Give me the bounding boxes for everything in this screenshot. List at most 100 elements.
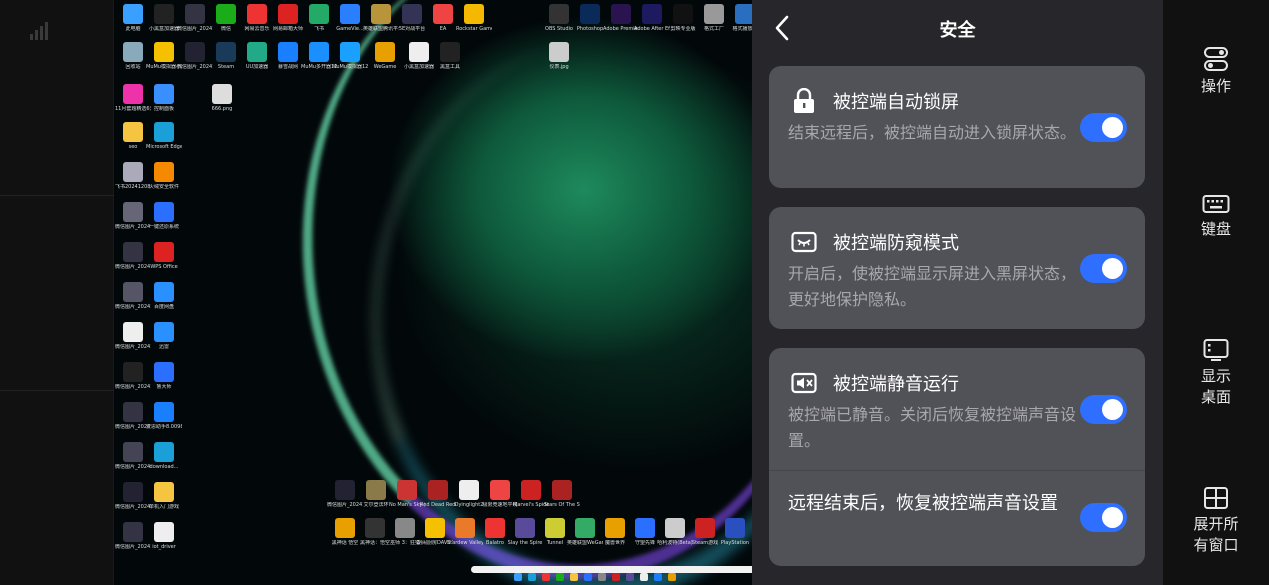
app-glyph-icon — [635, 518, 655, 538]
desktop-shortcut-icon[interactable]: MuMu模拟器12 — [332, 42, 368, 70]
desktop-shortcut-icon[interactable]: Photoshop — [573, 4, 607, 32]
app-glyph-icon — [154, 282, 174, 302]
desktop-shortcut-icon[interactable]: 艾尔登法环 — [359, 480, 393, 508]
app-glyph-icon — [123, 42, 143, 62]
desktop-shortcut-icon[interactable]: 微信图片_2024120... — [115, 402, 151, 430]
desktop-shortcut-icon[interactable]: 火绒安全软件 — [147, 162, 181, 190]
lock-icon — [791, 88, 817, 114]
home-indicator-bar[interactable] — [471, 566, 798, 573]
mute-header: 被控端静音运行 — [791, 370, 959, 396]
desktop-shortcut-icon[interactable]: 此电脑 — [116, 4, 150, 32]
desktop-shortcut-icon[interactable]: 微信图片_2024120... — [177, 42, 213, 70]
desktop-shortcut-icon[interactable]: 飞书20241208... — [115, 162, 151, 190]
app-glyph-icon — [123, 4, 143, 24]
desktop-shortcut-icon[interactable]: 微信图片_2024120... — [115, 242, 151, 270]
app-glyph-icon — [611, 4, 631, 24]
privacy-mode-toggle[interactable] — [1080, 254, 1127, 283]
app-glyph-icon — [154, 482, 174, 502]
app-glyph-icon — [695, 518, 715, 538]
desktop-shortcut-icon[interactable]: OBS Studio — [542, 4, 576, 32]
desktop-shortcut-icon[interactable]: 5E对战平台 — [395, 4, 429, 32]
desktop-shortcut-icon[interactable]: 微信图片_2024120... — [327, 480, 363, 508]
desktop-shortcut-icon[interactable]: 微信图片_2024120... — [115, 202, 151, 230]
app-glyph-icon — [428, 480, 448, 500]
desktop-shortcut-icon[interactable]: 剪映专业版 — [666, 4, 700, 32]
app-glyph-icon — [216, 4, 236, 24]
desktop-shortcut-icon[interactable]: 黑盒工具 — [433, 42, 467, 70]
desktop-shortcut-label: 黑盒工具 — [439, 64, 460, 70]
desktop-shortcut-icon[interactable]: MuMu模拟器小黑盒 — [146, 42, 182, 70]
desktop-shortcut-icon[interactable]: Adobe Premie... — [603, 4, 639, 32]
desktop-shortcut-icon[interactable]: seo — [116, 122, 150, 150]
show-desktop-button[interactable]: 显示桌面 — [1163, 338, 1269, 408]
desktop-shortcut-icon[interactable]: 微信图片_2024121... — [115, 282, 151, 310]
desktop-shortcut-icon[interactable]: 迅雷 — [147, 322, 181, 350]
app-glyph-icon — [123, 482, 143, 502]
desktop-shortcut-icon[interactable]: 小黑盒加速器 — [402, 42, 436, 70]
desktop-shortcut-icon[interactable]: 一键还原系统 — [147, 202, 181, 230]
desktop-shortcut-icon[interactable]: Red Dead Redempt... — [420, 480, 456, 508]
desktop-shortcut-icon[interactable]: 仪表.jpg — [542, 42, 576, 70]
desktop-shortcut-label: iot_driver — [152, 544, 176, 550]
desktop-shortcut-icon[interactable]: download... — [147, 442, 181, 470]
desktop-shortcut-icon[interactable]: Steam — [209, 42, 243, 70]
desktop-shortcut-label: 控制面板 — [153, 106, 174, 112]
operate-button[interactable]: 操作 — [1163, 46, 1269, 97]
desktop-shortcut-icon[interactable]: Stars Of The Storm — [544, 480, 580, 508]
desktop-shortcut-icon[interactable]: 鲁大师 — [147, 362, 181, 390]
desktop-shortcut-icon[interactable]: EA — [426, 4, 460, 32]
desktop-shortcut-icon[interactable]: Dyinglight2 — [452, 480, 486, 508]
desktop-shortcut-icon[interactable]: 英雄联盟腾讯平台 — [363, 4, 399, 32]
desktop-shortcut-icon[interactable]: 微信图片_2024120... — [115, 322, 151, 350]
desktop-shortcut-icon[interactable]: WPS Office — [147, 242, 181, 270]
restore-sound-toggle[interactable] — [1080, 503, 1127, 532]
desktop-shortcut-icon[interactable]: 微信图片_2024120... — [177, 4, 213, 32]
desktop-shortcut-icon[interactable]: 小黑盒加速器 — [147, 4, 181, 32]
desktop-shortcut-icon[interactable]: WeGame — [368, 42, 402, 70]
desktop-shortcut-icon[interactable]: Microsoft Edge — [146, 122, 182, 150]
desktop-shortcut-icon[interactable]: UU加速器 — [240, 42, 274, 70]
desktop-shortcut-icon[interactable]: Rockstar Games... — [456, 4, 492, 32]
desktop-shortcut-icon[interactable]: 11月套题精选6元新小... — [115, 84, 151, 112]
expand-windows-button[interactable]: 展开所有窗口 — [1163, 486, 1269, 556]
app-glyph-icon — [515, 518, 535, 538]
desktop-shortcut-icon[interactable]: 飞书 — [302, 4, 336, 32]
desktop-shortcut-icon[interactable]: 666.png — [205, 84, 239, 112]
desktop-shortcut-icon[interactable]: iot_driver — [147, 522, 181, 550]
desktop-shortcut-icon[interactable]: 回收站 — [116, 42, 150, 70]
app-glyph-icon — [335, 518, 355, 538]
app-glyph-icon — [545, 518, 565, 538]
auto-lock-toggle[interactable] — [1080, 113, 1127, 142]
desktop-shortcut-icon[interactable]: 单机入门游戏 — [147, 482, 181, 510]
desktop-shortcut-icon[interactable]: 格式播放器 — [728, 4, 752, 32]
app-glyph-icon — [309, 42, 329, 62]
mute-toggle[interactable] — [1080, 395, 1127, 424]
desktop-shortcut-icon[interactable]: MuMu多开器12 — [301, 42, 337, 70]
app-glyph-icon — [247, 4, 267, 24]
desktop-shortcut-icon[interactable]: Adobe After Effects 2022 — [634, 4, 670, 32]
desktop-shortcut-icon[interactable]: 微信图片_2024120... — [115, 482, 151, 510]
desktop-shortcut-icon[interactable]: 暴雪战网 — [271, 42, 305, 70]
desktop-shortcut-icon[interactable]: 爱思助手8.0098 — [146, 402, 182, 430]
app-glyph-icon — [673, 4, 693, 24]
desktop-shortcut-icon[interactable]: 微信 — [209, 4, 243, 32]
desktop-shortcut-icon[interactable]: 控制面板 — [147, 84, 181, 112]
desktop-shortcut-icon[interactable]: PlayStation — [718, 518, 752, 546]
desktop-shortcut-icon[interactable]: No Man's Sky 无人... — [389, 480, 425, 508]
desktop-shortcut-icon[interactable]: Marvel's Spider-Ma... — [513, 480, 549, 508]
desktop-shortcut-icon[interactable]: 网易邮箱大师 — [271, 4, 305, 32]
desktop-shortcut-icon[interactable]: 格式工厂 — [697, 4, 731, 32]
app-glyph-icon — [335, 480, 355, 500]
keyboard-button[interactable]: 键盘 — [1163, 193, 1269, 240]
desktop-shortcut-icon[interactable]: 网易云音乐 — [240, 4, 274, 32]
desktop-shortcut-icon[interactable]: 微信图片_2024120... — [115, 362, 151, 390]
desktop-shortcut-icon[interactable]: GameVie... — [333, 4, 367, 32]
desktop-shortcut-label: 迅雷 — [158, 344, 169, 350]
desktop-shortcut-icon[interactable]: 微信图片_2024120... — [115, 442, 151, 470]
mute-icon — [791, 370, 817, 396]
desktop-shortcut-icon[interactable]: 微信图片_2024120... — [115, 522, 151, 550]
desktop-shortcut-icon[interactable]: 百度网盘 — [147, 282, 181, 310]
remote-desktop-view[interactable]: 此电脑小黑盒加速器微信图片_2024120...微信网易云音乐网易邮箱大师飞书G… — [114, 0, 752, 585]
desktop-shortcut-icon[interactable]: 极限竞速地平线 — [482, 480, 518, 508]
app-glyph-icon — [123, 242, 143, 262]
